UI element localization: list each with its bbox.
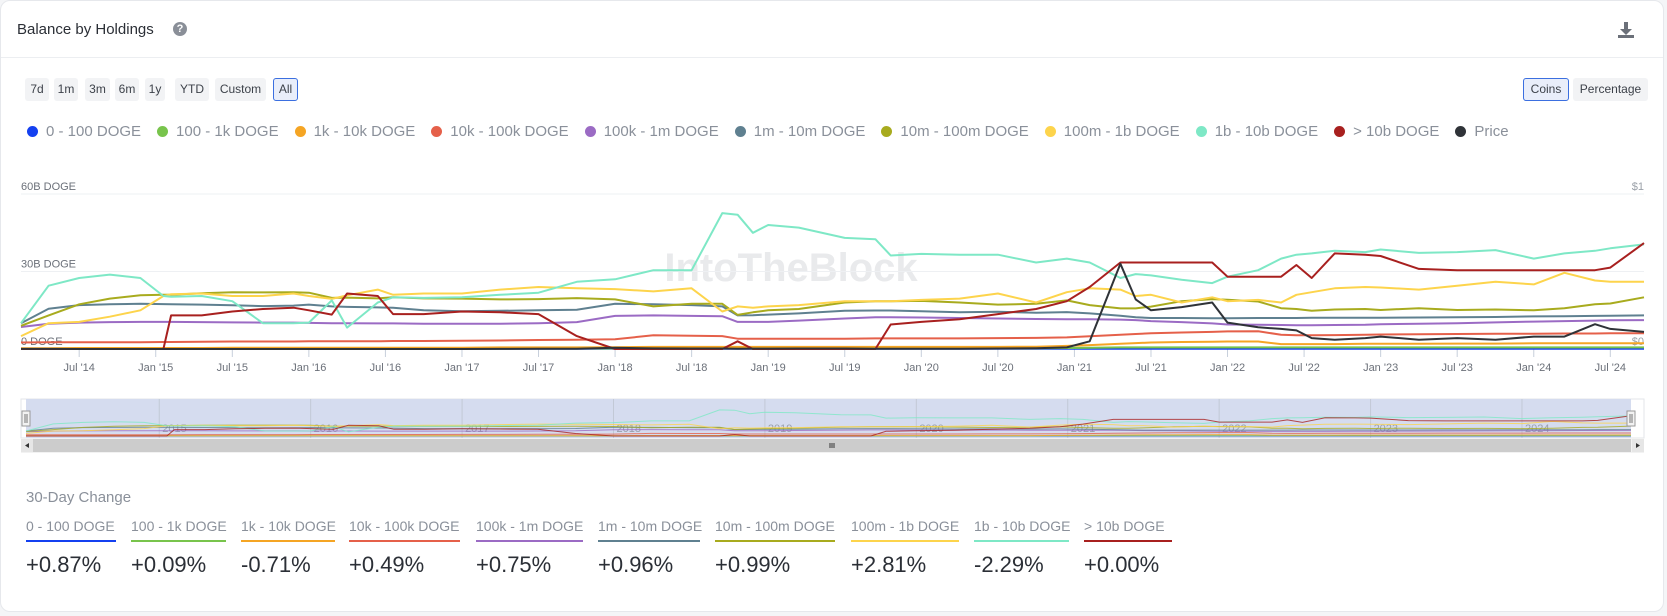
navigator-scrollbar[interactable]	[21, 438, 1644, 453]
x-tick-label: Jul '22	[1288, 362, 1319, 374]
y-tick-label: 60B DOGE	[21, 181, 76, 193]
thirty-day-change-title: 30-Day Change	[26, 489, 132, 506]
change-value: -2.29%	[974, 552, 1044, 577]
change-label: 100 - 1k DOGE	[131, 518, 227, 534]
change-label: 1k - 10k DOGE	[241, 518, 336, 534]
scroll-right-arrow-icon[interactable]	[1632, 439, 1644, 452]
change-label: 100m - 1b DOGE	[851, 518, 960, 534]
balance-chart: IntoTheBlock 0 DOGE30B DOGE60B DOGE$0$1 …	[20, 181, 1645, 453]
change-value: -0.71%	[241, 552, 311, 577]
change-color-bar	[349, 540, 460, 542]
x-tick-label: Jul '23	[1441, 362, 1472, 374]
x-tick-label: Jul '15	[217, 362, 248, 374]
x-tick-label: Jul '18	[676, 362, 707, 374]
y2-tick-label: $1	[1632, 181, 1644, 193]
change-value: +0.96%	[598, 552, 674, 577]
change-item: 10k - 100k DOGE +0.49%	[349, 518, 460, 578]
x-tick-label: Jul '14	[63, 362, 94, 374]
change-label: 10k - 100k DOGE	[349, 518, 460, 534]
x-tick-label: Jan '24	[1516, 362, 1551, 374]
x-tick-label: Jan '19	[751, 362, 786, 374]
change-color-bar	[715, 540, 835, 542]
change-item: 1b - 10b DOGE -2.29%	[974, 518, 1071, 578]
y2-tick-label: $0	[1632, 336, 1644, 348]
x-tick-label: Jul '16	[370, 362, 401, 374]
change-item: 10m - 100m DOGE +0.99%	[715, 518, 835, 578]
change-color-bar	[241, 540, 335, 542]
x-tick-label: Jan '15	[138, 362, 173, 374]
change-item: 1k - 10k DOGE -0.71%	[241, 518, 336, 578]
x-tick-label: Jan '21	[1057, 362, 1092, 374]
series-line-10k-100k-doge	[20, 330, 1644, 344]
change-value: +2.81%	[851, 552, 927, 577]
change-label: 100k - 1m DOGE	[476, 518, 584, 534]
change-value: +0.00%	[1084, 552, 1160, 577]
change-color-bar	[26, 540, 116, 542]
change-color-bar	[131, 540, 226, 542]
x-tick-label: Jan '22	[1210, 362, 1245, 374]
change-value: +0.75%	[476, 552, 552, 577]
change-label: 0 - 100 DOGE	[26, 518, 115, 534]
x-tick-label: Jan '23	[1363, 362, 1398, 374]
change-color-bar	[851, 540, 959, 542]
change-label: 1m - 10m DOGE	[598, 518, 703, 534]
x-tick-label: Jul '21	[1135, 362, 1166, 374]
balance-by-holdings-card: Balance by Holdings ? 7d 1m 3m 6m 1y YTD Custo…	[0, 0, 1664, 612]
scroll-left-arrow-icon[interactable]	[21, 439, 33, 452]
navigator-left-handle[interactable]	[21, 410, 31, 427]
series-line-1m-10m-doge	[20, 302, 1645, 325]
change-item: 100k - 1m DOGE +0.75%	[476, 518, 583, 578]
watermark-text: IntoTheBlock	[664, 246, 918, 290]
change-color-bar	[1084, 540, 1172, 542]
change-color-bar	[974, 540, 1069, 542]
change-label: > 10b DOGE	[1084, 518, 1165, 534]
change-color-bar	[598, 540, 700, 542]
x-tick-label: Jul '20	[982, 362, 1013, 374]
x-tick-label: Jan '17	[444, 362, 479, 374]
change-label: 10m - 100m DOGE	[715, 518, 835, 534]
y-tick-label: 30B DOGE	[21, 259, 76, 271]
navigator-year-label: 2015	[162, 423, 186, 435]
change-item: 1m - 10m DOGE +0.96%	[598, 518, 703, 578]
change-value: +0.49%	[349, 552, 425, 577]
range-navigator[interactable]: 2015 2016 2017 2018 2019 2020 2021 2022 2023 2024	[20, 398, 1645, 453]
x-tick-label: Jul '24	[1595, 362, 1626, 374]
change-item: 0 - 100 DOGE +0.87%	[26, 518, 116, 578]
change-item: 100m - 1b DOGE +2.81%	[851, 518, 959, 578]
change-item: > 10b DOGE +0.00%	[1084, 518, 1172, 578]
change-item: 100 - 1k DOGE +0.09%	[131, 518, 227, 578]
change-value: +0.99%	[715, 552, 791, 577]
watermark: IntoTheBlock	[664, 246, 918, 290]
x-tick-label: Jul '19	[829, 362, 860, 374]
change-value: +0.87%	[26, 552, 102, 577]
x-tick-label: Jan '20	[904, 362, 939, 374]
change-value: +0.09%	[131, 552, 207, 577]
change-label: 1b - 10b DOGE	[974, 518, 1071, 534]
navigator-year-label: 2022	[1222, 423, 1246, 435]
x-tick-label: Jan '18	[598, 362, 633, 374]
change-color-bar	[476, 540, 583, 542]
x-tick-label: Jul '17	[523, 362, 554, 374]
navigator-right-handle[interactable]	[1626, 410, 1636, 427]
x-tick-label: Jan '16	[291, 362, 326, 374]
